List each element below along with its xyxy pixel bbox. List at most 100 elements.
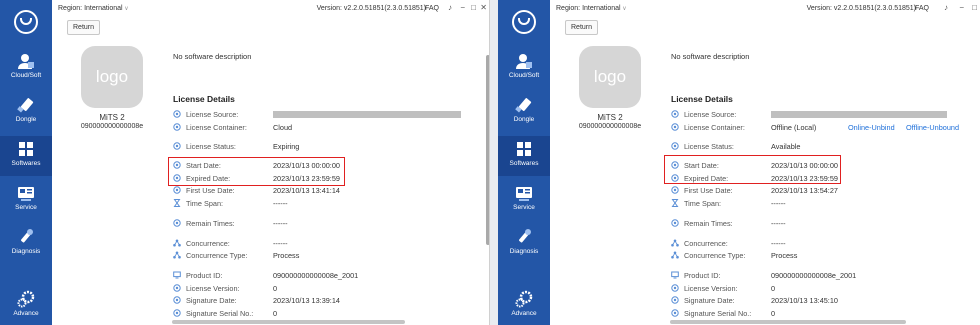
- detail-label: License Status:: [186, 142, 236, 151]
- chevron-down-icon: ∨: [620, 6, 627, 12]
- sidebar-item-label: Service: [513, 204, 535, 211]
- sidebar-item-softwares[interactable]: Softwares: [0, 136, 52, 176]
- license-details-title: License Details: [173, 94, 235, 104]
- detail-label: Product ID:: [684, 271, 721, 280]
- monitor-icon: [671, 271, 679, 279]
- sidebar-item-service[interactable]: Service: [498, 180, 550, 220]
- faq-link[interactable]: FAQ: [915, 5, 929, 12]
- share-icon: [173, 239, 181, 247]
- info-circle-icon: [671, 123, 679, 131]
- detail-label: Remain Times:: [684, 219, 733, 228]
- detail-row-signature-serial: Signature Serial No.: 0: [671, 309, 980, 319]
- product-id: 090000000000008e: [80, 123, 144, 130]
- sidebar-item-label: Advance: [511, 310, 537, 317]
- offline-unbound-link[interactable]: Offline-Unbound: [906, 123, 959, 132]
- minimize-icon[interactable]: −: [959, 3, 964, 12]
- sidebar-item-softwares[interactable]: Softwares: [498, 136, 550, 176]
- hourglass-icon: [173, 199, 181, 207]
- return-button[interactable]: Return: [565, 20, 599, 35]
- info-circle-icon: [173, 123, 181, 131]
- region-selector[interactable]: Region: International ∨: [58, 5, 129, 12]
- info-circle-icon: [671, 142, 679, 150]
- detail-value: Expiring: [273, 142, 300, 151]
- region-label: Region: International: [58, 5, 123, 12]
- detail-value: 2023/10/13 13:41:14: [273, 186, 340, 195]
- detail-label: First Use Date:: [186, 186, 235, 195]
- sidebar-item-advance[interactable]: Advance: [498, 286, 550, 325]
- sidebar-item-diagnosis[interactable]: Diagnosis: [0, 224, 52, 264]
- detail-row-first-use: First Use Date: 2023/10/13 13:41:14: [173, 186, 483, 196]
- product-name: MiTS 2: [597, 113, 623, 122]
- detail-row-container: License Container: Cloud: [173, 123, 483, 133]
- sidebar: Cloud/Soft Dongle Softwares Service Diagnosi…: [0, 0, 52, 325]
- software-description: No software description: [671, 52, 750, 61]
- info-circle-icon: [671, 219, 679, 227]
- minimize-icon[interactable]: −: [460, 3, 465, 12]
- user-icon: [17, 52, 35, 70]
- sidebar-item-dongle[interactable]: Dongle: [498, 92, 550, 132]
- faq-link[interactable]: FAQ: [425, 5, 439, 12]
- region-selector[interactable]: Region: International ∨: [556, 5, 627, 12]
- online-unbind-link[interactable]: Online-Unbind: [848, 123, 895, 132]
- detail-label: Signature Serial No.:: [684, 309, 752, 318]
- bell-icon[interactable]: ♪: [448, 3, 452, 12]
- maximize-icon[interactable]: □: [471, 3, 476, 12]
- info-circle-icon: [671, 296, 679, 304]
- sidebar-item-dongle[interactable]: Dongle: [0, 92, 52, 132]
- info-circle-icon: [173, 186, 181, 194]
- detail-value: 0: [273, 309, 278, 318]
- sidebar-item-service[interactable]: Service: [0, 180, 52, 220]
- horizontal-scrollbar[interactable]: [670, 320, 906, 324]
- detail-label: License Container:: [684, 123, 745, 132]
- detail-value: ------: [771, 199, 786, 208]
- sidebar-item-label: Cloud/Soft: [508, 72, 540, 79]
- detail-row-source: License Source:: [173, 110, 483, 120]
- detail-value: 2023/10/13 13:39:14: [273, 296, 340, 305]
- detail-label: Signature Date:: [684, 296, 735, 305]
- detail-row-status: License Status: Available: [671, 142, 980, 152]
- info-circle-icon: [671, 309, 679, 317]
- info-circle-icon: [671, 110, 679, 118]
- detail-value: ------: [273, 199, 288, 208]
- detail-label: License Version:: [186, 284, 240, 293]
- maximize-icon[interactable]: □: [972, 3, 977, 12]
- detail-row-remain: Remain Times: ------: [173, 219, 483, 229]
- sidebar-item-advance[interactable]: Advance: [0, 286, 52, 325]
- horizontal-scrollbar[interactable]: [172, 320, 405, 324]
- detail-label: Concurrence:: [186, 239, 230, 248]
- close-icon[interactable]: ✕: [480, 3, 487, 12]
- detail-value: Available: [771, 142, 801, 151]
- detail-value: 0: [273, 284, 278, 293]
- detail-row-time-span: Time Span: ------: [671, 199, 980, 209]
- sidebar-item-diagnosis[interactable]: Diagnosis: [498, 224, 550, 264]
- top-bar: Region: International ∨ Version: v2.2.0.5…: [550, 0, 980, 18]
- info-circle-icon: [173, 219, 181, 227]
- detail-value: 0: [771, 309, 776, 318]
- detail-row-time-span: Time Span: ------: [173, 199, 483, 209]
- detail-row-signature-date: Signature Date: 2023/10/13 13:45:10: [671, 296, 980, 306]
- detail-value: ------: [273, 219, 288, 228]
- info-circle-icon: [671, 284, 679, 292]
- product-id: 090000000000008e: [578, 123, 642, 130]
- detail-row-license-version: License Version: 0: [173, 284, 483, 294]
- detail-row-signature-date: Signature Date: 2023/10/13 13:39:14: [173, 296, 483, 306]
- sidebar-item-cloud-soft[interactable]: Cloud/Soft: [498, 48, 550, 88]
- service-icon: [515, 184, 533, 202]
- sidebar-item-cloud-soft[interactable]: Cloud/Soft: [0, 48, 52, 88]
- detail-row-remain: Remain Times: ------: [671, 219, 980, 229]
- region-label: Region: International: [556, 5, 621, 12]
- detail-label: Time Span:: [684, 199, 722, 208]
- sidebar-item-label: Cloud/Soft: [10, 72, 42, 79]
- masked-license-source: [771, 111, 947, 118]
- share-icon: [671, 251, 679, 259]
- user-icon: [515, 52, 533, 70]
- return-button[interactable]: Return: [67, 20, 101, 35]
- dongle-icon: [515, 96, 533, 114]
- version-label: Version: v2.2.0.51851(2.3.0.51851): [316, 5, 426, 12]
- app-logo-icon: [14, 10, 38, 34]
- detail-value: 0: [771, 284, 776, 293]
- bell-icon[interactable]: ♪: [944, 3, 948, 12]
- detail-row-status: License Status: Expiring: [173, 142, 483, 152]
- detail-label: License Source:: [186, 110, 239, 119]
- software-description: No software description: [173, 52, 252, 61]
